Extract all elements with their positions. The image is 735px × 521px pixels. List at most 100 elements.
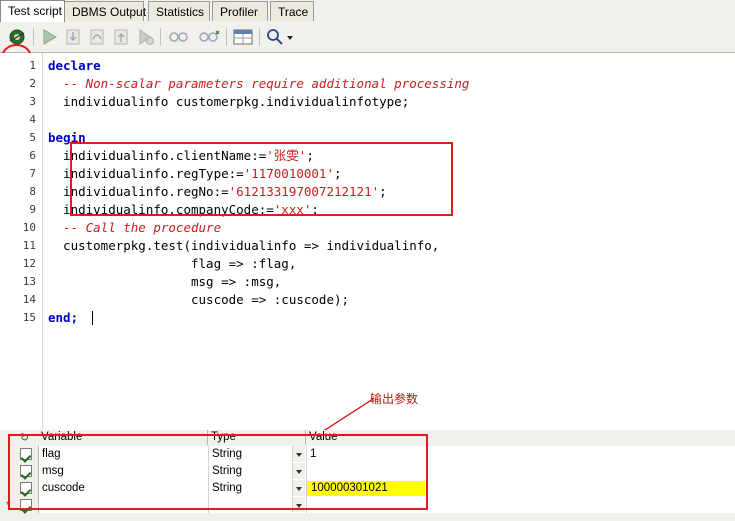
- row-checkbox[interactable]: [20, 499, 32, 511]
- code-span: '张雯': [266, 148, 307, 163]
- refresh-icon[interactable]: ↻: [20, 431, 29, 444]
- line-number: 8: [29, 185, 36, 198]
- code-span: individualinfo.regNo:=: [48, 184, 229, 199]
- tab-statistics-label: Statistics: [156, 5, 205, 19]
- find-dropdown[interactable]: [284, 26, 296, 48]
- code-span: declare: [48, 58, 101, 73]
- code-line: begin: [48, 129, 86, 147]
- line-number: 14: [22, 293, 36, 306]
- code-line: end;: [48, 309, 78, 327]
- line-number: 11: [22, 239, 36, 252]
- code-span: '1170010001': [243, 166, 334, 181]
- code-span: individualinfo.companyCode:=: [48, 202, 274, 217]
- row-header[interactable]: [0, 463, 39, 480]
- line-number-gutter: 1 2 3 4 5 6 7 8 9 10 11 12 13 14 15: [0, 53, 43, 430]
- column-header-value[interactable]: Value: [306, 430, 735, 445]
- chevron-down-icon[interactable]: [292, 463, 305, 479]
- variables-button[interactable]: [231, 26, 255, 48]
- find-button[interactable]: [264, 26, 286, 48]
- text-caret: [92, 311, 93, 325]
- row-header[interactable]: [0, 480, 39, 497]
- output-params-annotation: 输出参数: [370, 392, 419, 406]
- annotation-arrow: [323, 398, 374, 430]
- code-span: ;: [306, 148, 314, 163]
- code-span: end;: [48, 310, 79, 325]
- cell-type[interactable]: [208, 498, 292, 513]
- tab-dbms-output-label: DBMS Output: [72, 5, 147, 19]
- step-over-button[interactable]: [86, 26, 108, 48]
- table-row[interactable]: cuscode String 100000301021: [0, 480, 735, 498]
- call-stack-button[interactable]: [196, 26, 222, 48]
- run-to-exception-button[interactable]: [134, 26, 156, 48]
- step-out-button[interactable]: [110, 26, 132, 48]
- cell-type[interactable]: String: [208, 481, 292, 496]
- code-span: -- Non-scalar parameters require additio…: [48, 76, 470, 91]
- row-checkbox[interactable]: [20, 482, 32, 494]
- line-number: 1: [29, 59, 36, 72]
- code-span: msg => :msg,: [48, 274, 282, 289]
- cell-variable[interactable]: msg: [38, 464, 206, 479]
- tab-profiler[interactable]: Profiler: [212, 1, 268, 21]
- cell-value[interactable]: 1: [306, 447, 733, 462]
- tab-trace-label: Trace: [278, 5, 309, 19]
- code-line: msg => :msg,: [48, 273, 281, 291]
- column-header-variable[interactable]: Variable: [38, 430, 208, 445]
- code-line: individualinfo.regNo:='61213319700721212…: [48, 183, 387, 201]
- cell-value[interactable]: [306, 498, 733, 513]
- code-span: individualinfo.regType:=: [48, 166, 244, 181]
- code-line: individualinfo.companyCode:='xxx';: [48, 201, 319, 219]
- tab-statistics[interactable]: Statistics: [148, 1, 210, 21]
- row-checkbox[interactable]: [20, 448, 32, 460]
- line-number: 2: [29, 77, 36, 90]
- row-header[interactable]: [0, 446, 39, 463]
- table-row[interactable]: msg String: [0, 463, 735, 481]
- code-span: customerpkg.test(individualinfo => indiv…: [48, 238, 440, 253]
- cell-value[interactable]: [306, 464, 733, 479]
- code-line: individualinfo.regType:='1170010001';: [48, 165, 341, 183]
- code-line: -- Non-scalar parameters require additio…: [48, 75, 469, 93]
- tab-dbms-output[interactable]: DBMS Output: [64, 1, 147, 21]
- cell-variable[interactable]: cuscode: [38, 481, 206, 496]
- line-number: 13: [22, 275, 36, 288]
- tab-test-script-label: Test script: [8, 4, 63, 18]
- code-span: individualinfo.clientName:=: [48, 148, 267, 163]
- tab-test-script[interactable]: Test script: [0, 0, 65, 22]
- code-span: 'xxx': [273, 202, 312, 217]
- cell-variable[interactable]: [38, 498, 206, 513]
- chevron-down-icon[interactable]: [292, 480, 305, 496]
- cell-value[interactable]: 100000301021: [307, 481, 425, 496]
- cell-variable[interactable]: flag: [38, 447, 206, 462]
- step-into-button[interactable]: [62, 26, 84, 48]
- tab-strip: Test script DBMS Output Statistics Profi…: [0, 0, 735, 23]
- table-row-new[interactable]: *: [0, 497, 735, 513]
- chevron-down-icon[interactable]: [292, 446, 305, 462]
- row-checkbox[interactable]: [20, 465, 32, 477]
- column-header-type[interactable]: Type: [208, 430, 306, 445]
- breakpoints-button[interactable]: [166, 26, 188, 48]
- code-span: ;: [379, 184, 387, 199]
- row-header[interactable]: *: [0, 497, 39, 513]
- line-number: 9: [29, 203, 36, 216]
- code-line: individualinfo.clientName:='张雯';: [48, 147, 314, 165]
- variables-panel: ↻ Variable Type Value flag String 1 msg …: [0, 430, 735, 521]
- line-number: 6: [29, 149, 36, 162]
- line-number: 12: [22, 257, 36, 270]
- execute-button[interactable]: [6, 26, 28, 48]
- new-row-marker: *: [6, 498, 11, 512]
- run-button[interactable]: [38, 26, 60, 48]
- table-row[interactable]: flag String 1: [0, 446, 735, 464]
- code-editor[interactable]: 1 2 3 4 5 6 7 8 9 10 11 12 13 14 15 decl…: [0, 53, 735, 431]
- code-span: ;: [311, 202, 319, 217]
- line-number: 15: [22, 311, 36, 324]
- line-number: 5: [29, 131, 36, 144]
- chevron-down-icon[interactable]: [292, 497, 305, 512]
- code-span: -- Call the procedure: [48, 220, 222, 235]
- line-number: 3: [29, 95, 36, 108]
- grid-corner[interactable]: ↻: [0, 430, 39, 445]
- cell-type[interactable]: String: [208, 464, 292, 479]
- cell-type[interactable]: String: [208, 447, 292, 462]
- line-number: 4: [29, 113, 36, 126]
- code-text: declare -- Non-scalar parameters require…: [48, 53, 728, 325]
- code-span: individualinfo customerpkg.individualinf…: [48, 94, 410, 109]
- tab-trace[interactable]: Trace: [270, 1, 314, 21]
